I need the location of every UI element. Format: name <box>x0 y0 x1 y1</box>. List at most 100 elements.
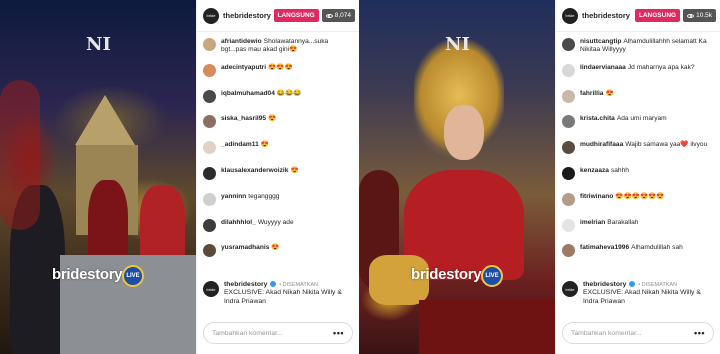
comment-item: mudhirafifaaa Wajib samawa yaa❤️ ilvyou <box>556 141 720 167</box>
comment-list[interactable]: afriantidewio Sholawatannya...suka bgt...… <box>197 38 359 270</box>
comment-username[interactable]: imelrian <box>580 219 605 226</box>
comment-item: kenzaaza sahhh <box>556 166 720 193</box>
eye-icon <box>687 13 695 18</box>
comment-username[interactable]: yanninn <box>221 193 246 200</box>
comment-item: krista.chita Ada umi maryam <box>556 115 720 141</box>
live-badge-icon: LIVE <box>122 265 144 287</box>
live-video-right[interactable]: NI bridestory LIVE <box>359 0 555 354</box>
bride-figure <box>140 185 185 260</box>
commenter-avatar[interactable] <box>562 89 575 103</box>
comment-text: 😍😍😍 <box>268 63 293 71</box>
comment-text: 😂😂😂 <box>276 89 302 97</box>
caption-username[interactable]: thebridestory <box>224 281 267 288</box>
comment-username[interactable]: lindaervianaaa <box>580 64 626 71</box>
eye-icon <box>325 13 333 18</box>
verified-icon <box>270 281 277 288</box>
comment-text: Wuyyyy ade <box>257 218 294 226</box>
watermark-text: bridestory <box>411 266 482 283</box>
comment-username[interactable]: dilahhhlol_ <box>221 219 256 226</box>
caption-username[interactable]: thebridestory <box>583 281 626 288</box>
table-flowers <box>419 300 555 354</box>
watermark-logo: NI <box>86 34 111 55</box>
pinned-label: • DISEMATKAN <box>638 282 678 288</box>
host-avatar[interactable]: bride <box>562 7 578 24</box>
host-avatar[interactable]: bride <box>203 7 219 24</box>
comment-item: fitriwinano 😍😍😍😍😍😍 <box>556 192 720 219</box>
comment-username[interactable]: yusramadhanis <box>221 244 269 251</box>
viewer-count: 10.5k <box>683 9 716 22</box>
commenter-avatar[interactable] <box>203 115 216 129</box>
comment-text: 😍 <box>271 244 280 252</box>
comment-username[interactable]: fatimaheva1996 <box>580 244 629 251</box>
comment-username[interactable]: fitriwinano <box>580 193 613 200</box>
comment-text: tegangggg <box>248 192 280 200</box>
caption-avatar[interactable]: bride <box>562 281 578 297</box>
live-badge-icon: LIVE <box>481 265 503 287</box>
comment-list[interactable]: nisuttcangtip Alhamdulillahhh selamatt Ka… <box>556 38 720 270</box>
flower-decor <box>0 80 40 230</box>
commenter-avatar[interactable] <box>562 38 575 51</box>
verified-icon <box>629 281 636 288</box>
host-username[interactable]: thebridestory <box>582 11 635 20</box>
pinned-caption: bride thebridestory • DISEMATKAN EXCLUSI… <box>197 281 359 306</box>
live-badge: LANGSUNG <box>634 9 681 22</box>
comment-text: Jd maharnya apa kak? <box>627 63 695 71</box>
live-chat-left: bride thebridestory LANGSUNG 8,074 afria… <box>196 0 359 354</box>
comment-username[interactable]: afriantidewio <box>221 38 262 45</box>
comment-username[interactable]: _adindam11 <box>221 141 259 148</box>
comment-text: 😍 <box>605 89 614 97</box>
comment-input-placeholder[interactable]: Tambahkan komentar... <box>212 330 333 337</box>
comment-input[interactable]: Tambahkan komentar... ••• <box>203 322 353 344</box>
commenter-avatar[interactable] <box>203 166 216 180</box>
comment-input-placeholder[interactable]: Tambahkan komentar... <box>571 330 694 337</box>
host-username[interactable]: thebridestory <box>223 11 274 20</box>
live-badge: LANGSUNG <box>273 9 319 22</box>
commenter-avatar[interactable] <box>203 244 216 258</box>
commenter-avatar[interactable] <box>562 192 575 206</box>
pinned-label: • DISEMATKAN <box>279 282 319 288</box>
comment-username[interactable]: iqbalmuhamad04 <box>221 90 275 97</box>
commenter-avatar[interactable] <box>203 192 216 206</box>
comment-item: nisuttcangtip Alhamdulillahhh selamatt Ka… <box>556 38 720 64</box>
comment-item: siska_hasril95 😍 <box>197 115 359 141</box>
comment-input[interactable]: Tambahkan komentar... ••• <box>562 322 714 344</box>
commenter-avatar[interactable] <box>562 218 575 232</box>
comment-username[interactable]: klausalexanderwoizik <box>221 167 288 174</box>
comment-text: Barakallah <box>607 218 639 226</box>
caption-avatar[interactable]: bride <box>203 281 219 297</box>
caption-text: EXCLUSIVE: Akad Nikah Nikita Willy & Ind… <box>583 289 701 305</box>
commenter-avatar[interactable] <box>203 141 216 155</box>
comment-username[interactable]: nisuttcangtip <box>580 38 621 45</box>
commenter-avatar[interactable] <box>203 89 216 103</box>
comment-username[interactable]: mudhirafifaaa <box>580 141 623 148</box>
comment-item: afriantidewio Sholawatannya...suka bgt...… <box>197 38 359 64</box>
live-video-left[interactable]: NI bridestory LIVE <box>0 0 196 354</box>
comment-item: dilahhhlol_ Wuyyyy ade <box>197 218 359 245</box>
comment-text: 😍😍😍😍😍😍 <box>615 192 665 200</box>
commenter-avatar[interactable] <box>203 218 216 232</box>
comment-username[interactable]: siska_hasril95 <box>221 115 266 122</box>
comment-item: lindaervianaaa Jd maharnya apa kak? <box>556 63 720 90</box>
comment-item: iqbalmuhamad04 😂😂😂 <box>197 89 359 116</box>
comment-username[interactable]: kenzaaza <box>580 167 609 174</box>
more-options-icon[interactable]: ••• <box>333 328 344 338</box>
comment-username[interactable]: fahrillia <box>580 90 603 97</box>
live-chat-right: bride thebridestory LANGSUNG 10.5k nisut… <box>555 0 720 354</box>
commenter-avatar[interactable] <box>203 63 216 77</box>
commenter-avatar[interactable] <box>562 63 575 77</box>
viewer-count: 8,074 <box>321 9 355 22</box>
comment-text: Wajib samawa yaa❤️ ilvyou <box>625 141 708 149</box>
comment-username[interactable]: krista.chita <box>580 115 615 122</box>
comment-text: sahhh <box>610 166 629 174</box>
commenter-avatar[interactable] <box>562 141 575 155</box>
commenter-avatar[interactable] <box>562 166 575 180</box>
chat-header: bride thebridestory LANGSUNG 10.5k <box>556 0 720 32</box>
more-options-icon[interactable]: ••• <box>694 328 705 338</box>
commenter-avatar[interactable] <box>562 115 575 129</box>
comment-username[interactable]: adecintyaputri <box>221 64 266 71</box>
commenter-avatar[interactable] <box>203 38 216 51</box>
pinned-caption: bride thebridestory • DISEMATKAN EXCLUSI… <box>556 281 720 306</box>
commenter-avatar[interactable] <box>562 244 575 258</box>
comment-item: fahrillia 😍 <box>556 89 720 116</box>
comment-text: 😍 <box>268 115 277 123</box>
